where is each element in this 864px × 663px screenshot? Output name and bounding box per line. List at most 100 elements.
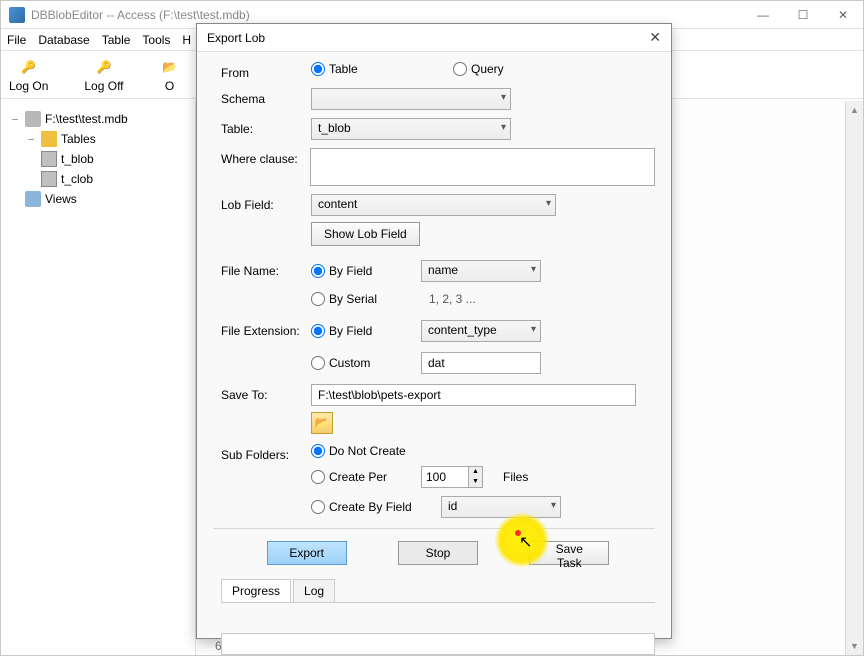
menu-file[interactable]: File — [7, 33, 26, 47]
fileext-custom-input[interactable] — [421, 352, 541, 374]
subfolders-createbyfield-radio-input[interactable] — [311, 500, 325, 514]
from-table-label: Table — [329, 62, 358, 76]
saveto-label: Save To: — [221, 384, 311, 402]
lobfield-value: content — [318, 197, 357, 211]
createper-count-stepper[interactable]: ▲ ▼ — [421, 466, 483, 488]
database-icon — [25, 111, 41, 127]
tree-table-item[interactable]: t_blob — [37, 149, 191, 169]
tree-table-label: t_clob — [61, 172, 93, 186]
fileext-byfield-radio[interactable]: By Field — [311, 324, 401, 338]
filename-byserial-radio-input[interactable] — [311, 292, 325, 306]
main-window: DBBlobEditor -- Access (F:\test\test.mdb… — [0, 0, 864, 656]
collapse-icon[interactable]: – — [9, 113, 21, 125]
table-value: t_blob — [318, 121, 351, 135]
folder-open-icon: 📂 — [160, 57, 180, 77]
menu-tools[interactable]: Tools — [142, 33, 170, 47]
files-label: Files — [503, 470, 528, 484]
table-icon — [41, 171, 57, 187]
export-button[interactable]: Export — [267, 541, 347, 565]
window-title: DBBlobEditor -- Access (F:\test\test.mdb… — [31, 8, 250, 22]
browse-folder-button[interactable]: 📂 — [311, 412, 333, 434]
fileext-field-value: content_type — [428, 323, 497, 337]
show-lob-field-button[interactable]: Show Lob Field — [311, 222, 420, 246]
from-query-label: Query — [471, 62, 504, 76]
from-table-radio-input[interactable] — [311, 62, 325, 76]
maximize-button[interactable]: ☐ — [791, 8, 815, 22]
createbyfield-value: id — [448, 499, 457, 513]
subfolders-createbyfield-radio[interactable]: Create By Field — [311, 500, 421, 514]
vertical-scrollbar[interactable]: ▲ ▼ — [845, 101, 863, 655]
scroll-up-icon[interactable]: ▲ — [846, 101, 863, 119]
menu-database[interactable]: Database — [38, 33, 89, 47]
schema-combo[interactable] — [311, 88, 511, 110]
folder-open-icon: 📂 — [315, 416, 330, 430]
stop-button[interactable]: Stop — [398, 541, 478, 565]
lobfield-combo[interactable]: content — [311, 194, 556, 216]
spin-down-icon[interactable]: ▼ — [468, 477, 482, 487]
lobfield-label: Lob Field: — [221, 194, 311, 212]
createbyfield-combo[interactable]: id — [441, 496, 561, 518]
progress-bar — [221, 633, 655, 655]
from-query-radio[interactable]: Query — [453, 62, 543, 76]
subfolders-createper-label: Create Per — [329, 470, 387, 484]
tab-log[interactable]: Log — [293, 579, 335, 602]
fileext-custom-radio[interactable]: Custom — [311, 356, 401, 370]
from-query-radio-input[interactable] — [453, 62, 467, 76]
scroll-down-icon[interactable]: ▼ — [846, 637, 863, 655]
where-textarea[interactable] — [310, 148, 655, 186]
filename-label: File Name: — [221, 260, 311, 278]
window-controls: — ☐ ✕ — [751, 8, 855, 22]
menu-table[interactable]: Table — [102, 33, 131, 47]
tree-tables-label: Tables — [61, 132, 96, 146]
menu-help-truncated[interactable]: H — [182, 33, 191, 47]
dialog-titlebar: Export Lob ✕ — [197, 24, 671, 52]
subfolders-donotcreate-radio[interactable]: Do Not Create — [311, 444, 406, 458]
filename-field-combo[interactable]: name — [421, 260, 541, 282]
where-label: Where clause: — [221, 148, 310, 166]
savetask-button[interactable]: Save Task — [529, 541, 609, 565]
views-icon — [25, 191, 41, 207]
toolbar-logoff-label: Log Off — [84, 79, 123, 93]
subfolders-donotcreate-radio-input[interactable] — [311, 444, 325, 458]
tree-table-label: t_blob — [61, 152, 94, 166]
tree-root-label: F:\test\test.mdb — [45, 112, 128, 126]
filename-byserial-radio[interactable]: By Serial — [311, 292, 401, 306]
minimize-button[interactable]: — — [751, 8, 775, 22]
table-combo[interactable]: t_blob — [311, 118, 511, 140]
fileext-label: File Extension: — [221, 320, 311, 338]
tree-tables-folder[interactable]: – Tables — [21, 129, 191, 149]
serial-hint: 1, 2, 3 ... — [429, 292, 476, 306]
filename-byfield-radio[interactable]: By Field — [311, 264, 401, 278]
toolbar-logon-label: Log On — [9, 79, 48, 93]
folder-icon — [41, 131, 57, 147]
fileext-byfield-label: By Field — [329, 324, 372, 338]
subfolders-createper-radio[interactable]: Create Per — [311, 470, 401, 484]
close-button[interactable]: ✕ — [831, 8, 855, 22]
fileext-byfield-radio-input[interactable] — [311, 324, 325, 338]
from-label: From — [221, 62, 311, 80]
toolbar-logon[interactable]: 🔑 Log On — [9, 57, 48, 93]
tree-views-label: Views — [45, 192, 77, 206]
schema-label: Schema — [221, 88, 311, 106]
subfolders-donotcreate-label: Do Not Create — [329, 444, 406, 458]
tree-views-folder[interactable]: Views — [21, 189, 191, 209]
toolbar-open-truncated[interactable]: 📂 O — [160, 57, 180, 93]
fileext-custom-radio-input[interactable] — [311, 356, 325, 370]
subfolders-createper-radio-input[interactable] — [311, 470, 325, 484]
toolbar-open-label: O — [165, 79, 174, 93]
filename-byfield-radio-input[interactable] — [311, 264, 325, 278]
sidebar-tree: – F:\test\test.mdb – Tables t_blob — [1, 101, 196, 655]
collapse-icon[interactable]: – — [25, 133, 37, 145]
saveto-input[interactable] — [311, 384, 636, 406]
tree-root[interactable]: – F:\test\test.mdb — [5, 109, 191, 129]
createper-count-input[interactable] — [422, 467, 468, 487]
tree-table-item[interactable]: t_clob — [37, 169, 191, 189]
dialog-close-button[interactable]: ✕ — [649, 29, 661, 46]
fileext-field-combo[interactable]: content_type — [421, 320, 541, 342]
toolbar-logoff[interactable]: 🔑 Log Off — [84, 57, 123, 93]
spin-up-icon[interactable]: ▲ — [468, 467, 482, 477]
tab-progress[interactable]: Progress — [221, 579, 291, 602]
from-table-radio[interactable]: Table — [311, 62, 401, 76]
filename-byfield-label: By Field — [329, 264, 372, 278]
filename-field-value: name — [428, 263, 458, 277]
